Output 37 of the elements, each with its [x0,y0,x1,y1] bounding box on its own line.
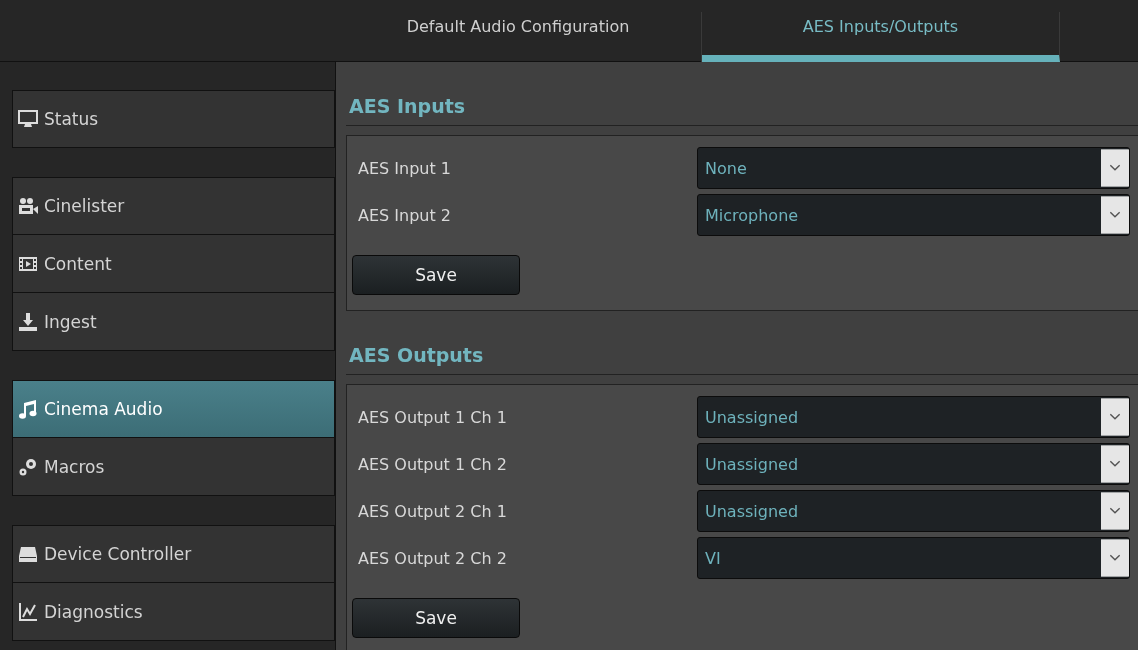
section-heading: AES Inputs [346,62,1138,126]
field-label: AES Output 1 Ch 2 [357,454,508,474]
video-camera-icon [18,196,38,216]
field-label: AES Output 1 Ch 1 [357,407,508,427]
dropdown[interactable]: VI [697,537,1130,579]
save-button[interactable]: Save [352,598,520,638]
save-button[interactable]: Save [352,255,520,295]
chevron-down-icon [1101,538,1129,578]
dropdown[interactable]: Unassigned [697,443,1130,485]
line-chart-icon [18,601,38,622]
gears-icon [18,456,38,477]
chevron-down-icon [1101,195,1129,235]
field-label: AES Input 2 [357,205,452,225]
chevron-down-icon [1101,444,1129,484]
dropdown[interactable]: Unassigned [697,490,1130,532]
section-heading: AES Outputs [346,311,1138,375]
sidebar-item[interactable]: Cinelister [12,177,335,235]
sidebar-item[interactable]: Device Controller [12,525,335,583]
sidebar-item[interactable]: Diagnostics [12,583,335,641]
dropdown[interactable]: Unassigned [697,396,1130,438]
dropdown[interactable]: None [697,147,1130,189]
sidebar-item[interactable]: Macros [12,438,335,496]
field-label: AES Output 2 Ch 1 [357,501,508,521]
sidebar-item[interactable]: Content [12,235,335,293]
sidebar-item[interactable]: Ingest [12,293,335,351]
chevron-down-icon [1101,397,1129,437]
dropdown[interactable]: Microphone [697,194,1130,236]
sidebar-item[interactable]: Cinema Audio [12,380,335,438]
hard-drive-icon [18,544,38,564]
field-label: AES Input 1 [357,158,452,178]
chevron-down-icon [1101,148,1129,188]
monitor-icon [18,109,38,129]
music-note-icon [18,399,38,419]
sidebar-item[interactable]: Status [12,90,335,148]
chevron-down-icon [1101,491,1129,531]
download-icon [18,311,38,332]
field-label: AES Output 2 Ch 2 [357,548,508,568]
